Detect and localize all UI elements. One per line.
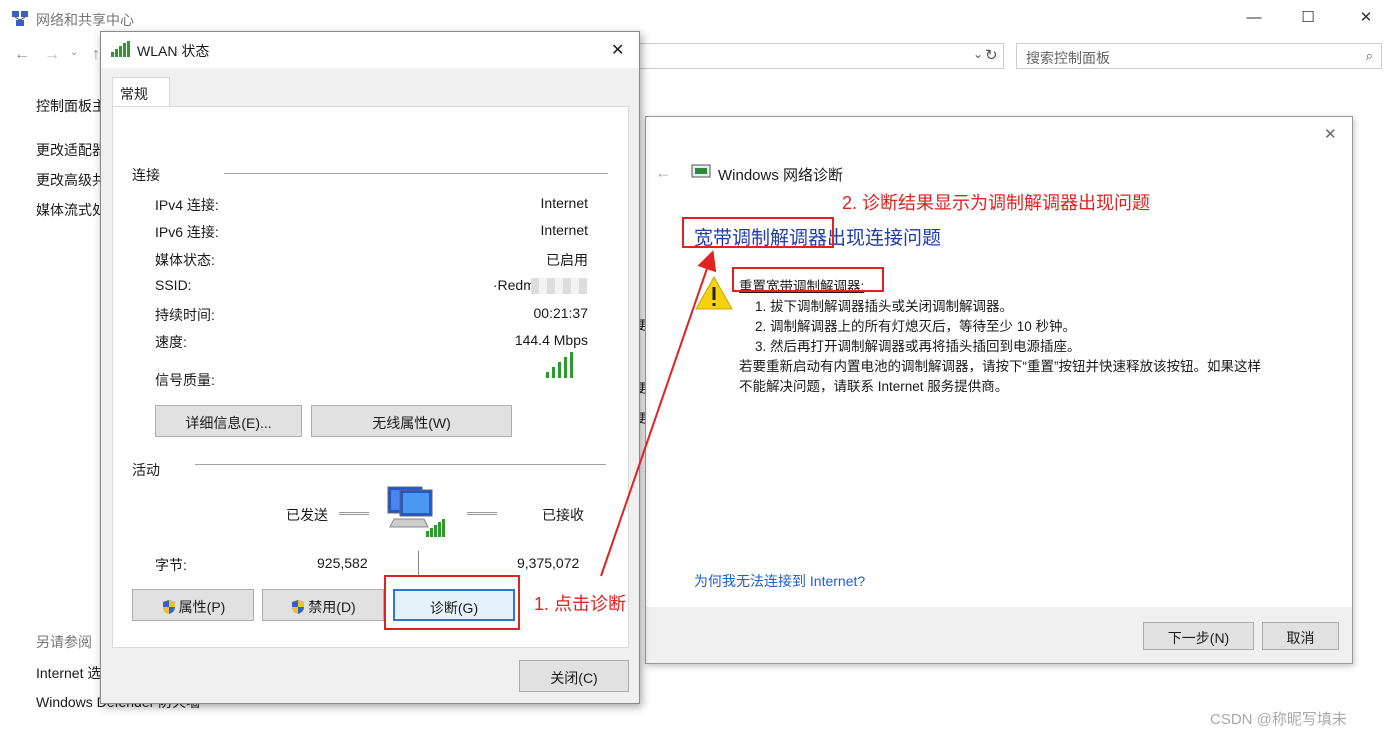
watermark: CSDN @称昵写填未 [1210,711,1347,728]
annotation-arrow [600,250,717,577]
desktop: 网络和共享中心 — ☐ ✕ ← → ⌄ ↑ ⌄ ↻ 搜索控制面板 ⌕ 控制面板主… [0,0,1396,736]
